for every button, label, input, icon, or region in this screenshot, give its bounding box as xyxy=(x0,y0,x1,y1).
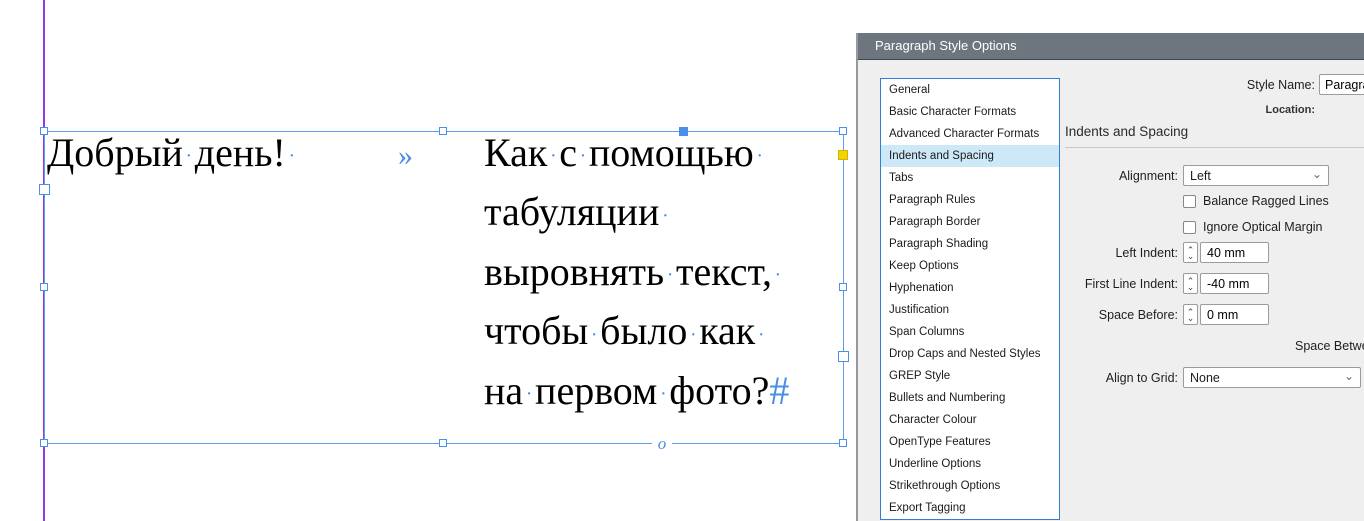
document-word[interactable]: было xyxy=(600,308,687,353)
space-before-input[interactable] xyxy=(1200,304,1269,325)
sidebar-item[interactable]: Underline Options xyxy=(881,453,1059,475)
document-word[interactable]: первом xyxy=(535,368,657,413)
stepper-down-icon[interactable]: ⌄ xyxy=(1187,253,1195,259)
sidebar-item[interactable]: Drop Caps and Nested Styles xyxy=(881,343,1059,365)
frame-handle-mid-left[interactable] xyxy=(40,283,48,291)
frame-handle-bottom-left[interactable] xyxy=(40,439,48,447)
left-indent-input[interactable] xyxy=(1200,242,1269,263)
document-word[interactable]: текст, xyxy=(676,249,772,294)
text-frame-in-port[interactable] xyxy=(39,184,50,195)
frame-handle-filled[interactable] xyxy=(679,127,688,136)
frame-handle-bottom-center[interactable] xyxy=(439,439,447,447)
left-indent-stepper[interactable]: ⌃ ⌄ xyxy=(1183,242,1198,263)
sidebar-item[interactable]: OpenType Features xyxy=(881,431,1059,453)
hidden-space-dot: · xyxy=(756,145,763,167)
frame-handle-top-center[interactable] xyxy=(439,127,447,135)
frame-handle-mid-right[interactable] xyxy=(839,283,847,291)
hidden-space-dot: · xyxy=(580,145,587,167)
balance-ragged-lines-label: Balance Ragged Lines xyxy=(1203,194,1329,208)
style-name-input[interactable] xyxy=(1319,74,1364,95)
ignore-optical-margin-label: Ignore Optical Margin xyxy=(1203,220,1323,234)
sidebar-item[interactable]: Paragraph Border xyxy=(881,211,1059,233)
hidden-space-dot: · xyxy=(662,205,669,227)
sidebar-item[interactable]: Export Tagging xyxy=(881,497,1059,519)
alignment-select[interactable]: Left ⌄ xyxy=(1183,165,1329,186)
document-word[interactable]: помощью xyxy=(589,130,754,175)
sidebar-item[interactable]: Paragraph Rules xyxy=(881,189,1059,211)
chevron-down-icon: ⌄ xyxy=(1312,167,1322,181)
paragraph-style-options-dialog: Paragraph Style Options GeneralBasic Cha… xyxy=(856,33,1364,521)
end-of-story-marker: # xyxy=(769,368,789,413)
document-text-line[interactable]: на·первом·фото?# xyxy=(484,363,789,422)
document-word[interactable]: день! xyxy=(195,130,286,175)
first-line-indent-stepper[interactable]: ⌃ ⌄ xyxy=(1183,273,1198,294)
align-to-grid-select[interactable]: None ⌄ xyxy=(1183,367,1361,388)
dialog-sidebar: GeneralBasic Character FormatsAdvanced C… xyxy=(880,78,1060,520)
align-to-grid-value: None xyxy=(1190,371,1220,385)
location-label: Location: xyxy=(1228,104,1315,116)
space-before-label: Space Before: xyxy=(918,308,1178,322)
stepper-down-icon[interactable]: ⌄ xyxy=(1187,284,1195,290)
corner-options-widget[interactable] xyxy=(838,150,848,160)
ignore-optical-margin-checkbox[interactable] xyxy=(1183,221,1196,234)
hidden-space-dot: · xyxy=(667,264,674,286)
document-text-hanging-block[interactable]: Как·с·помощью·табуляции·выровнять·текст,… xyxy=(484,125,789,422)
sidebar-item[interactable]: Strikethrough Options xyxy=(881,475,1059,497)
space-before-stepper[interactable]: ⌃ ⌄ xyxy=(1183,304,1198,325)
text-frame-out-port[interactable] xyxy=(838,351,849,362)
document-text-line[interactable]: табуляции· xyxy=(484,184,789,243)
document-text-line[interactable]: Как·с·помощью· xyxy=(484,125,789,184)
document-word[interactable]: фото? xyxy=(669,368,769,413)
sidebar-item[interactable]: Bullets and Numbering xyxy=(881,387,1059,409)
section-heading: Indents and Spacing xyxy=(1065,124,1188,139)
hidden-space-dot: · xyxy=(186,145,193,167)
document-word[interactable]: выровнять xyxy=(484,249,664,294)
dialog-titlebar[interactable]: Paragraph Style Options xyxy=(858,33,1364,60)
sidebar-item[interactable]: Indents and Spacing xyxy=(881,145,1059,167)
alignment-value: Left xyxy=(1190,169,1211,183)
first-line-indent-label: First Line Indent: xyxy=(918,277,1178,291)
first-line-indent-input[interactable] xyxy=(1200,273,1269,294)
document-word[interactable]: на xyxy=(484,368,523,413)
hidden-space-dot: · xyxy=(775,264,782,286)
alignment-label: Alignment: xyxy=(918,169,1178,183)
style-name-label: Style Name: xyxy=(1188,78,1315,92)
section-separator xyxy=(1065,147,1364,148)
dialog-title: Paragraph Style Options xyxy=(875,38,1017,53)
document-text-line[interactable]: выровнять·текст,· xyxy=(484,244,789,303)
document-word[interactable]: с xyxy=(559,130,577,175)
document-text-intro[interactable]: Добрый·день!· xyxy=(47,125,298,184)
frame-bottom-adornment[interactable]: o xyxy=(652,437,672,452)
frame-handle-top-left[interactable] xyxy=(40,127,48,135)
left-indent-label: Left Indent: xyxy=(918,246,1178,260)
stepper-down-icon[interactable]: ⌄ xyxy=(1187,315,1195,321)
hidden-space-dot: · xyxy=(758,324,765,346)
hidden-space-dot: · xyxy=(591,324,598,346)
document-text-line[interactable]: чтобы·было·как· xyxy=(484,303,789,362)
chevron-down-icon: ⌄ xyxy=(1344,369,1354,383)
tab-character-marker: » xyxy=(398,141,413,171)
document-word[interactable]: как xyxy=(699,308,755,353)
document-word[interactable]: чтобы xyxy=(484,308,588,353)
screenshot-stage: Добрый·день!· » Как·с·помощью·табуляции·… xyxy=(0,0,1364,521)
hidden-space-dot: · xyxy=(660,383,667,405)
hidden-space-dot: · xyxy=(550,145,557,167)
hidden-space-dot: · xyxy=(288,145,295,167)
sidebar-item[interactable]: General xyxy=(881,79,1059,101)
sidebar-item[interactable]: Character Colour xyxy=(881,409,1059,431)
align-to-grid-label: Align to Grid: xyxy=(918,371,1178,385)
hidden-space-dot: · xyxy=(690,324,697,346)
dialog-body: GeneralBasic Character FormatsAdvanced C… xyxy=(858,60,1364,521)
hidden-space-dot: · xyxy=(526,383,533,405)
document-word[interactable]: Как xyxy=(484,130,547,175)
frame-handle-bottom-right[interactable] xyxy=(839,439,847,447)
space-between-label-truncated: Space Betwe xyxy=(1295,339,1364,353)
document-word[interactable]: Добрый xyxy=(47,130,183,175)
frame-handle-top-right[interactable] xyxy=(839,127,847,135)
balance-ragged-lines-checkbox[interactable] xyxy=(1183,195,1196,208)
sidebar-item[interactable]: Basic Character Formats xyxy=(881,101,1059,123)
sidebar-item[interactable]: Advanced Character Formats xyxy=(881,123,1059,145)
document-word[interactable]: табуляции xyxy=(484,189,659,234)
